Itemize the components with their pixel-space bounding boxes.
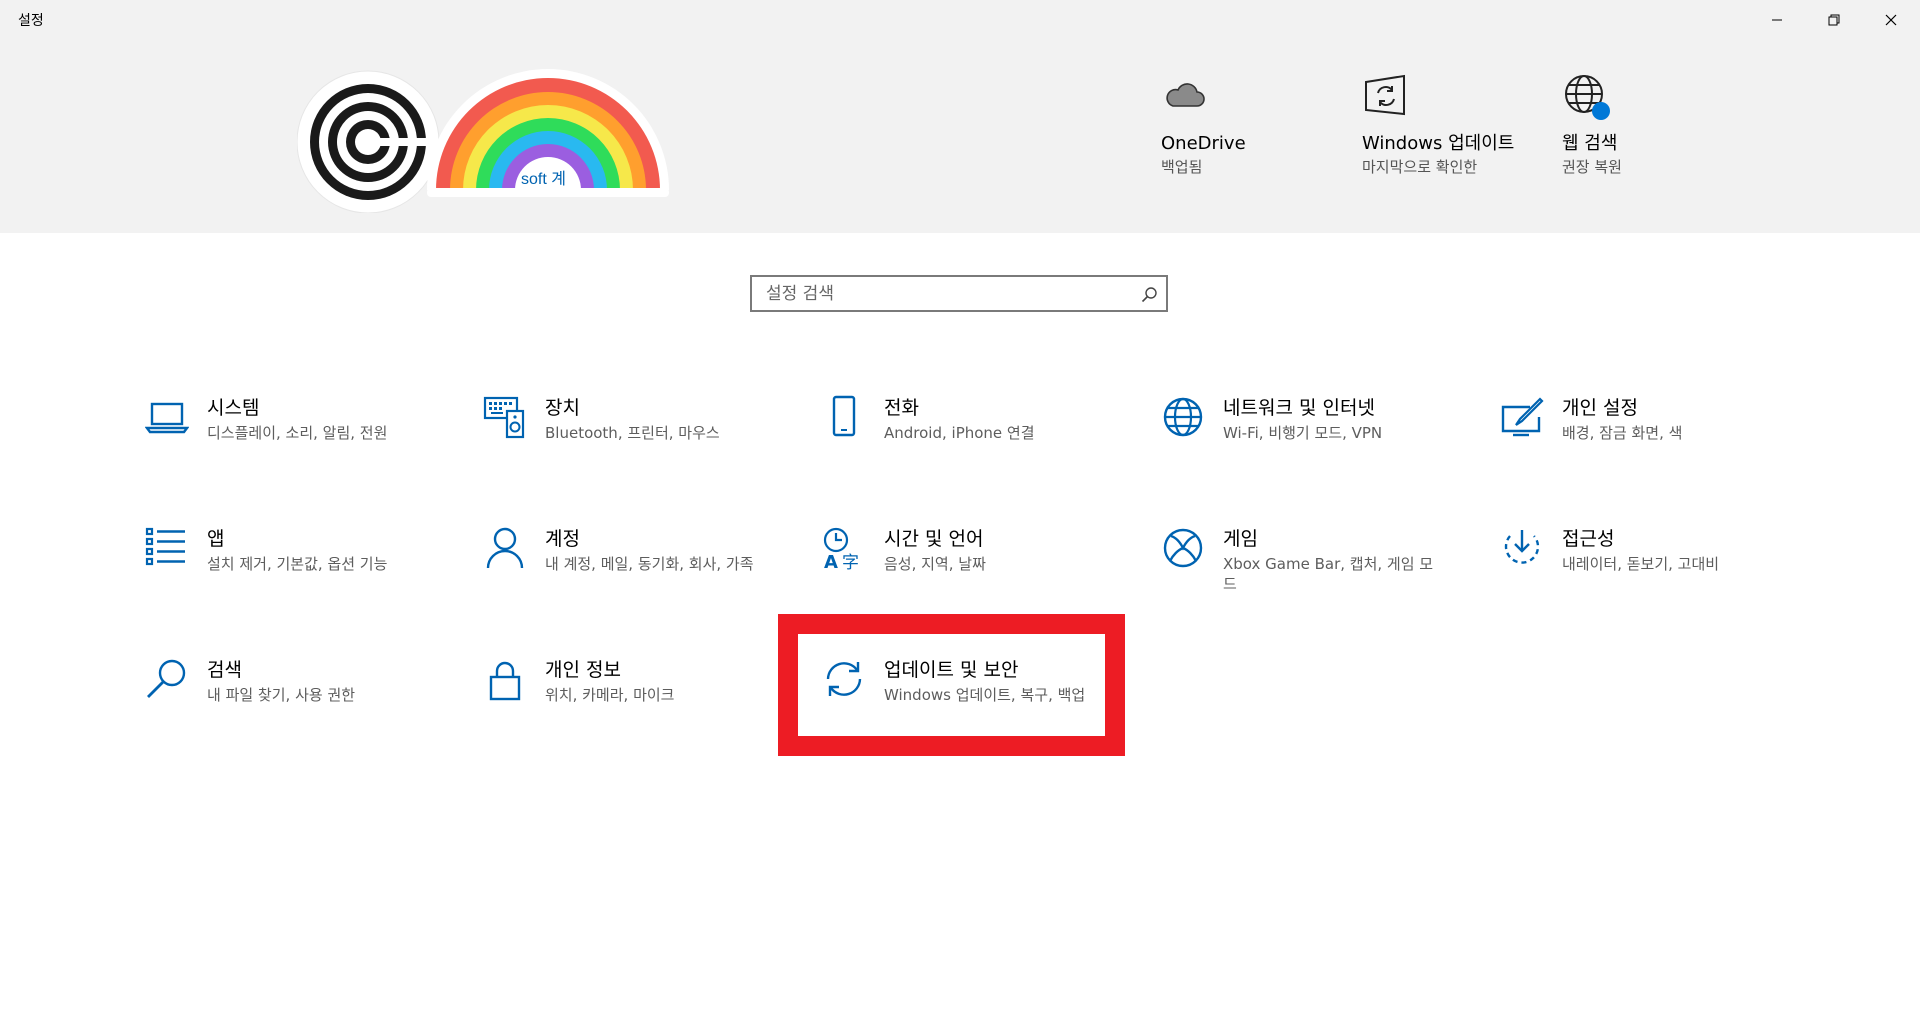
tile-subtitle: 음성, 지역, 날짜 <box>884 555 986 573</box>
title-bar: 설정 <box>0 0 1920 40</box>
tile-phone[interactable]: 전화 Android, iPhone 연결 <box>822 395 1132 485</box>
phone-icon <box>832 395 856 437</box>
status-dot <box>1592 102 1610 120</box>
tile-title: 접근성 <box>1562 528 1615 550</box>
tile-time-language[interactable]: A 字 시간 및 언어 음성, 지역, 날짜 <box>822 526 1132 616</box>
tile-title: 장치 <box>545 397 580 419</box>
time-language-icon: A 字 <box>823 527 859 570</box>
tile-subtitle: 설치 제거, 기본값, 옵션 기능 <box>207 555 388 573</box>
tile-privacy[interactable]: 개인 정보 위치, 카메라, 마이크 <box>483 657 793 747</box>
personalization-icon <box>1501 397 1544 437</box>
search-icon <box>1141 287 1157 303</box>
tile-subtitle: 내 계정, 메일, 동기화, 회사, 가족 <box>545 555 754 573</box>
close-button[interactable] <box>1863 0 1919 40</box>
tile-devices[interactable]: 장치 Bluetooth, 프린터, 마우스 <box>483 395 793 485</box>
accessibility-icon <box>1504 530 1540 564</box>
restore-icon <box>1828 14 1840 26</box>
lock-icon <box>489 661 521 701</box>
person-icon <box>486 527 524 569</box>
windows-update-icon <box>1365 74 1405 116</box>
tile-subtitle: 위치, 카메라, 마이크 <box>545 686 675 704</box>
tile-title: 전화 <box>884 397 919 419</box>
tile-title: 개인 정보 <box>545 659 621 681</box>
tile-subtitle: Xbox Game Bar, 캡처, 게임 모드 <box>1223 555 1434 593</box>
devices-icon <box>483 396 525 439</box>
tile-subtitle: Android, iPhone 연결 <box>884 424 1035 442</box>
avatar-overlay-text: soft 계 <box>521 170 566 188</box>
quick-title: 웹 검색 <box>1562 133 1618 154</box>
quick-windows-update[interactable]: Windows 업데이트 마지막으로 확인한 <box>1362 72 1522 178</box>
tile-title: 시간 및 언어 <box>884 528 984 550</box>
tile-subtitle: Wi-Fi, 비행기 모드, VPN <box>1223 424 1383 442</box>
tile-title: 네트워크 및 인터넷 <box>1223 397 1375 419</box>
tile-personalization[interactable]: 개인 설정 배경, 잠금 화면, 색 <box>1500 395 1810 485</box>
highlight-box <box>778 614 1125 756</box>
cloud-icon <box>1166 83 1205 107</box>
quick-subtitle: 마지막으로 확인한 <box>1362 158 1478 176</box>
tile-title: 개인 설정 <box>1562 397 1638 419</box>
tile-title: 시스템 <box>207 397 260 419</box>
tile-system[interactable]: 시스템 디스플레이, 소리, 알림, 전원 <box>145 395 455 485</box>
search-input[interactable] <box>766 277 1126 310</box>
magnifier-icon <box>147 659 186 698</box>
minimize-button[interactable] <box>1749 0 1805 40</box>
xbox-icon <box>1163 528 1203 568</box>
tile-title: 앱 <box>207 528 225 550</box>
laptop-icon <box>145 402 189 434</box>
account-avatar[interactable]: soft 계 <box>296 63 677 214</box>
restore-button[interactable] <box>1806 0 1862 40</box>
tile-apps[interactable]: 앱 설치 제거, 기본값, 옵션 기능 <box>145 526 455 616</box>
minimize-icon <box>1772 19 1782 21</box>
close-icon <box>1885 14 1897 26</box>
tile-subtitle: 배경, 잠금 화면, 색 <box>1562 424 1683 442</box>
tile-subtitle: 내레이터, 돋보기, 고대비 <box>1562 555 1720 573</box>
window-title: 설정 <box>18 13 44 29</box>
tile-accounts[interactable]: 계정 내 계정, 메일, 동기화, 회사, 가족 <box>483 526 793 616</box>
quick-web-search[interactable]: 웹 검색 권장 복원 <box>1562 72 1722 178</box>
tile-subtitle: Bluetooth, 프린터, 마우스 <box>545 424 720 442</box>
globe-icon <box>1565 75 1610 120</box>
svg-text:字: 字 <box>842 553 859 570</box>
network-globe-icon <box>1163 397 1203 437</box>
tile-search[interactable]: 검색 내 파일 찾기, 사용 권한 <box>145 657 455 747</box>
quick-subtitle: 백업됨 <box>1161 158 1203 176</box>
quick-title: Windows 업데이트 <box>1362 133 1515 154</box>
tile-title: 검색 <box>207 659 242 681</box>
tile-accessibility[interactable]: 접근성 내레이터, 돋보기, 고대비 <box>1500 526 1810 616</box>
settings-search-box[interactable] <box>750 275 1168 312</box>
tile-network[interactable]: 네트워크 및 인터넷 Wi-Fi, 비행기 모드, VPN <box>1161 395 1471 485</box>
tile-title: 계정 <box>545 528 580 550</box>
tile-subtitle: 디스플레이, 소리, 알림, 전원 <box>207 424 388 442</box>
tile-subtitle: 내 파일 찾기, 사용 권한 <box>207 686 356 704</box>
apps-list-icon <box>145 527 185 566</box>
tile-gaming[interactable]: 게임 Xbox Game Bar, 캡처, 게임 모드 <box>1161 526 1471 616</box>
quick-subtitle: 권장 복원 <box>1562 158 1622 176</box>
svg-text:A: A <box>824 552 838 570</box>
quick-title: OneDrive <box>1161 133 1246 154</box>
avatar-sticker-image: soft 계 <box>296 69 669 214</box>
quick-onedrive[interactable]: OneDrive 백업됨 <box>1161 72 1321 178</box>
tile-title: 게임 <box>1223 528 1258 550</box>
